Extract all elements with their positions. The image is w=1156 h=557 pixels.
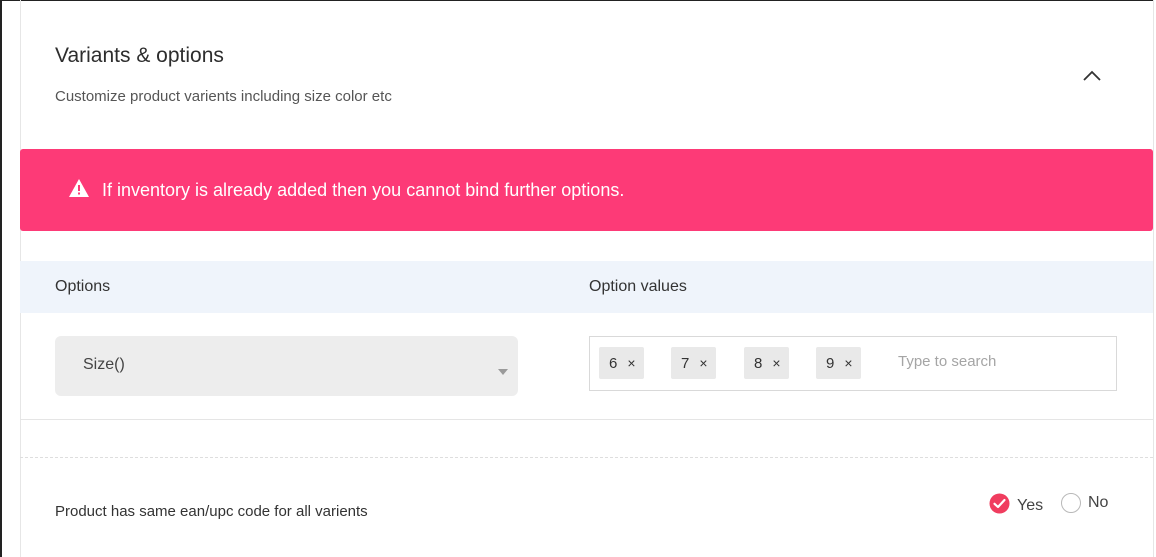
tag-remove-icon[interactable]: × bbox=[772, 355, 780, 371]
radio-yes-label: Yes bbox=[1017, 497, 1044, 514]
tag-label: 8 bbox=[754, 354, 763, 372]
option-search-input[interactable] bbox=[896, 349, 1100, 373]
option-value-tag: 7 × bbox=[671, 347, 716, 379]
radio-no[interactable]: No bbox=[1061, 493, 1108, 513]
collapse-button[interactable] bbox=[1078, 66, 1106, 90]
inventory-alert: If inventory is already added then you c… bbox=[20, 149, 1153, 231]
radio-yes[interactable]: Yes bbox=[989, 493, 1043, 519]
options-header-row bbox=[20, 261, 1153, 313]
section-title: Variants & options bbox=[55, 44, 224, 67]
option-values-input[interactable]: 6 × 7 × 8 × 9 × bbox=[589, 336, 1117, 391]
option-value-tag: 8 × bbox=[744, 347, 789, 379]
tag-remove-icon[interactable]: × bbox=[699, 355, 707, 371]
tag-label: 7 bbox=[681, 354, 690, 372]
alert-message: If inventory is already added then you c… bbox=[102, 179, 625, 200]
option-value-tag: 9 × bbox=[816, 347, 861, 379]
chevron-up-icon bbox=[1083, 69, 1101, 87]
option-values-column-header: Option values bbox=[589, 278, 687, 295]
dashed-divider bbox=[20, 457, 1153, 458]
option-select[interactable]: Size() bbox=[55, 336, 518, 396]
caret-down-icon bbox=[498, 362, 508, 380]
radio-no-label: No bbox=[1088, 494, 1109, 511]
radio-unchecked-icon bbox=[1061, 493, 1081, 513]
tag-remove-icon[interactable]: × bbox=[627, 355, 635, 371]
check-circle-icon bbox=[989, 493, 1010, 519]
ean-question-label: Product has same ean/upc code for all va… bbox=[55, 503, 368, 520]
section-divider bbox=[20, 419, 1153, 420]
warning-triangle-icon bbox=[68, 178, 90, 203]
section-subtitle: Customize product varients including siz… bbox=[55, 88, 392, 105]
tag-remove-icon[interactable]: × bbox=[844, 355, 852, 371]
tag-label: 6 bbox=[609, 354, 618, 372]
option-value-tag: 6 × bbox=[599, 347, 644, 379]
options-column-header: Options bbox=[55, 278, 111, 295]
option-select-value: Size() bbox=[83, 356, 125, 373]
tag-label: 9 bbox=[826, 354, 835, 372]
